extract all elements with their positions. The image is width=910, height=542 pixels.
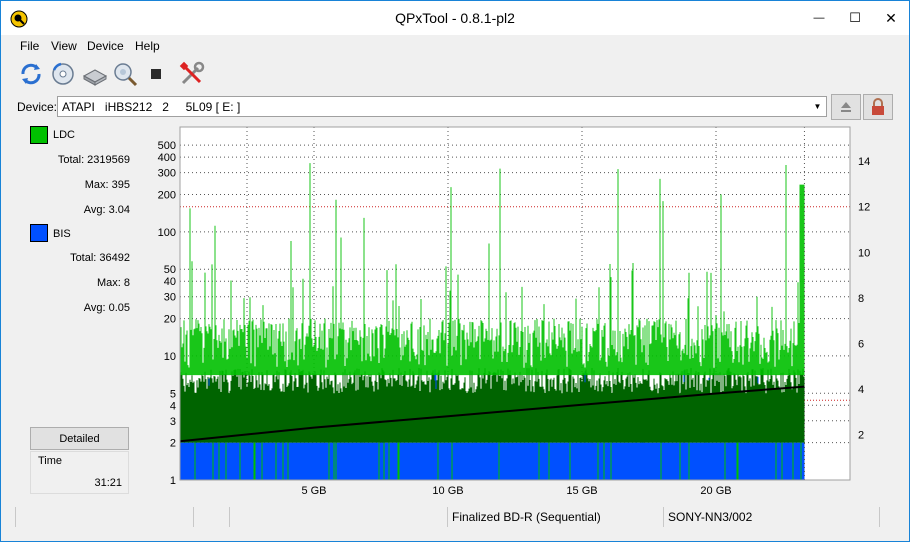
x-tick-label: 15 GB bbox=[566, 485, 597, 497]
disc-info-icon[interactable] bbox=[49, 60, 77, 88]
chart-area: 1 2 3 4 5 10 20 30 40 50 100 200 300 400 500 2 4 6 8 10 12 14… bbox=[136, 123, 901, 499]
settings-icon[interactable] bbox=[178, 60, 206, 88]
chevron-down-icon[interactable]: ▼ bbox=[809, 97, 826, 116]
lock-button[interactable] bbox=[863, 94, 893, 120]
left-tick-label: 500 bbox=[158, 140, 176, 152]
x-tick-label: 20 GB bbox=[700, 485, 731, 497]
ldc-avg: Avg: 3.04 bbox=[83, 204, 130, 216]
toolbar bbox=[1, 57, 909, 91]
app-window: QPxTool - 0.8.1-pl2 — ☐ ✕ File View Devi… bbox=[0, 0, 910, 542]
left-tick-label: 20 bbox=[164, 314, 176, 326]
left-tick-label: 400 bbox=[158, 152, 176, 164]
left-tick-label: 3 bbox=[170, 416, 176, 428]
device-bar: Device: ATAPI iHBS212 2 5L09 [ E: ] ▼ bbox=[1, 91, 909, 121]
device-select-value: ATAPI iHBS212 2 5L09 [ E: ] bbox=[62, 100, 241, 114]
left-tick-label: 40 bbox=[164, 276, 176, 288]
detailed-button[interactable]: Detailed bbox=[30, 427, 129, 450]
left-tick-label: 300 bbox=[158, 168, 176, 180]
time-label: Time bbox=[38, 455, 63, 467]
status-media-id: SONY-NN3/002 bbox=[663, 507, 879, 527]
status-bar: Finalized BD-R (Sequential) SONY-NN3/002 bbox=[1, 505, 909, 529]
bis-label: BIS bbox=[53, 228, 71, 240]
menu-help[interactable]: Help bbox=[135, 39, 160, 53]
bis-avg: Avg: 0.05 bbox=[83, 302, 130, 314]
lock-icon bbox=[872, 98, 884, 115]
scan-icon[interactable] bbox=[111, 60, 139, 88]
ldc-color-swatch bbox=[30, 126, 48, 144]
left-tick-label: 5 bbox=[170, 388, 176, 400]
title-bar[interactable]: QPxTool - 0.8.1-pl2 — ☐ ✕ bbox=[1, 1, 909, 35]
eject-icon bbox=[841, 102, 851, 112]
refresh-icon[interactable] bbox=[17, 60, 45, 88]
eject-button[interactable] bbox=[831, 94, 861, 120]
right-tick-label: 6 bbox=[858, 338, 864, 350]
x-tick-label: 5 GB bbox=[301, 485, 326, 497]
left-tick-label: 30 bbox=[164, 292, 176, 304]
right-tick-label: 4 bbox=[858, 384, 864, 396]
status-cell-2 bbox=[193, 507, 229, 527]
stats-panel: LDC Total: 2319569 Max: 395 Avg: 3.04 BI… bbox=[14, 123, 135, 499]
x-tick-label: 10 GB bbox=[432, 485, 463, 497]
right-tick-label: 14 bbox=[858, 156, 870, 168]
left-tick-label: 10 bbox=[164, 351, 176, 363]
ldc-max: Max: 395 bbox=[84, 179, 130, 191]
quality-chart: 1234510203040501002003004005002468101214… bbox=[158, 126, 870, 497]
menu-file[interactable]: File bbox=[20, 39, 39, 53]
bis-total: Total: 36492 bbox=[70, 252, 130, 264]
right-tick-label: 2 bbox=[858, 429, 864, 441]
menu-bar: File View Device Help bbox=[1, 35, 909, 57]
left-tick-label: 200 bbox=[158, 190, 176, 202]
status-cell-3 bbox=[229, 507, 447, 527]
window-title: QPxTool - 0.8.1-pl2 bbox=[395, 10, 515, 26]
status-cell-1 bbox=[15, 507, 193, 527]
left-tick-label: 4 bbox=[170, 400, 176, 412]
left-tick-label: 1 bbox=[170, 475, 176, 487]
minimize-icon: — bbox=[813, 12, 825, 24]
ldc-label: LDC bbox=[53, 129, 76, 141]
left-tick-label: 2 bbox=[170, 438, 176, 450]
right-tick-label: 12 bbox=[858, 202, 870, 214]
device-info-icon[interactable] bbox=[81, 60, 109, 88]
right-tick-label: 8 bbox=[858, 293, 864, 305]
minimize-button[interactable]: — bbox=[801, 1, 837, 35]
right-tick-label: 10 bbox=[858, 247, 870, 259]
close-icon: ✕ bbox=[885, 9, 897, 26]
device-label: Device: bbox=[17, 100, 58, 114]
menu-view[interactable]: View bbox=[51, 39, 77, 53]
bis-color-swatch bbox=[30, 224, 48, 242]
maximize-button[interactable]: ☐ bbox=[837, 1, 873, 35]
time-group: Time 31:21 bbox=[30, 451, 129, 494]
time-value: 31:21 bbox=[94, 477, 122, 489]
size-grip[interactable] bbox=[879, 507, 907, 527]
left-tick-label: 50 bbox=[164, 264, 176, 276]
status-disc-type: Finalized BD-R (Sequential) bbox=[447, 507, 663, 527]
left-tick-label: 100 bbox=[158, 227, 176, 239]
bis-max: Max: 8 bbox=[96, 277, 130, 289]
maximize-icon: ☐ bbox=[849, 10, 861, 25]
menu-device[interactable]: Device bbox=[87, 39, 124, 53]
device-select[interactable]: ATAPI iHBS212 2 5L09 [ E: ] ▼ bbox=[57, 96, 827, 117]
close-button[interactable]: ✕ bbox=[873, 1, 909, 35]
ldc-total: Total: 2319569 bbox=[57, 154, 130, 166]
stop-icon[interactable] bbox=[142, 60, 170, 88]
